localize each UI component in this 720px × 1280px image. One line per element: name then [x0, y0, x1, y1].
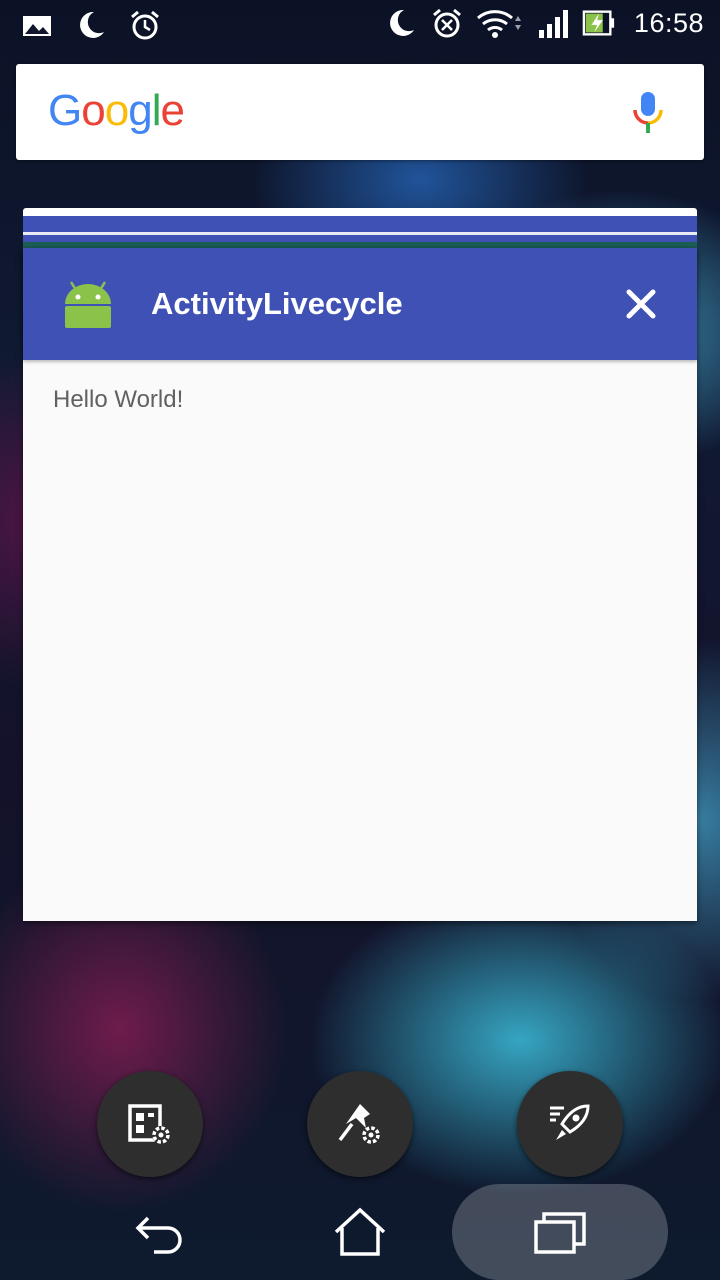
widget-gear-icon	[128, 1104, 170, 1144]
google-logo-letter: e	[160, 86, 185, 135]
google-logo: Google	[48, 86, 185, 136]
alarm-icon	[432, 8, 461, 38]
pin-settings-button[interactable]	[307, 1071, 413, 1177]
widgets-settings-button[interactable]	[97, 1071, 203, 1177]
signal-icon	[538, 10, 568, 38]
google-search-bar[interactable]: Google	[16, 64, 704, 160]
status-bar-right: 16:58	[384, 6, 704, 40]
task-app-title: ActivityLivecycle	[151, 286, 403, 321]
pin-gear-icon	[338, 1104, 380, 1144]
task-content-text: Hello World!	[53, 386, 184, 413]
task-header[interactable]: ActivityLivecycle	[23, 248, 697, 360]
status-bar-left	[20, 8, 162, 42]
google-logo-letter: o	[104, 86, 130, 135]
boost-button[interactable]	[517, 1071, 623, 1177]
recents-icon[interactable]	[530, 1202, 590, 1262]
android-icon	[65, 281, 111, 328]
stacked-task-edge[interactable]	[23, 208, 697, 248]
wifi-icon	[476, 10, 521, 38]
home-icon[interactable]	[330, 1202, 390, 1262]
recent-task-card[interactable]: ActivityLivecycle Hello World!	[23, 248, 697, 921]
rocket-icon	[550, 1104, 590, 1140]
moon-icon	[80, 11, 104, 38]
mic-icon[interactable]	[630, 90, 666, 136]
battery-charging-icon	[582, 10, 615, 36]
back-icon[interactable]	[130, 1202, 190, 1262]
status-bar: 16:58	[0, 0, 720, 50]
navigation-bar	[0, 1180, 720, 1280]
clock: 16:58	[633, 7, 704, 38]
alarm-icon	[131, 10, 159, 40]
google-logo-letter: o	[81, 86, 106, 135]
google-logo-letter: G	[48, 86, 82, 135]
recent-tasks-stack	[23, 208, 697, 248]
moon-icon	[389, 9, 414, 36]
task-preview: Hello World!	[23, 360, 697, 440]
image-notification-icon	[23, 16, 51, 36]
google-logo-letter: g	[128, 86, 153, 135]
close-icon[interactable]	[625, 288, 657, 320]
